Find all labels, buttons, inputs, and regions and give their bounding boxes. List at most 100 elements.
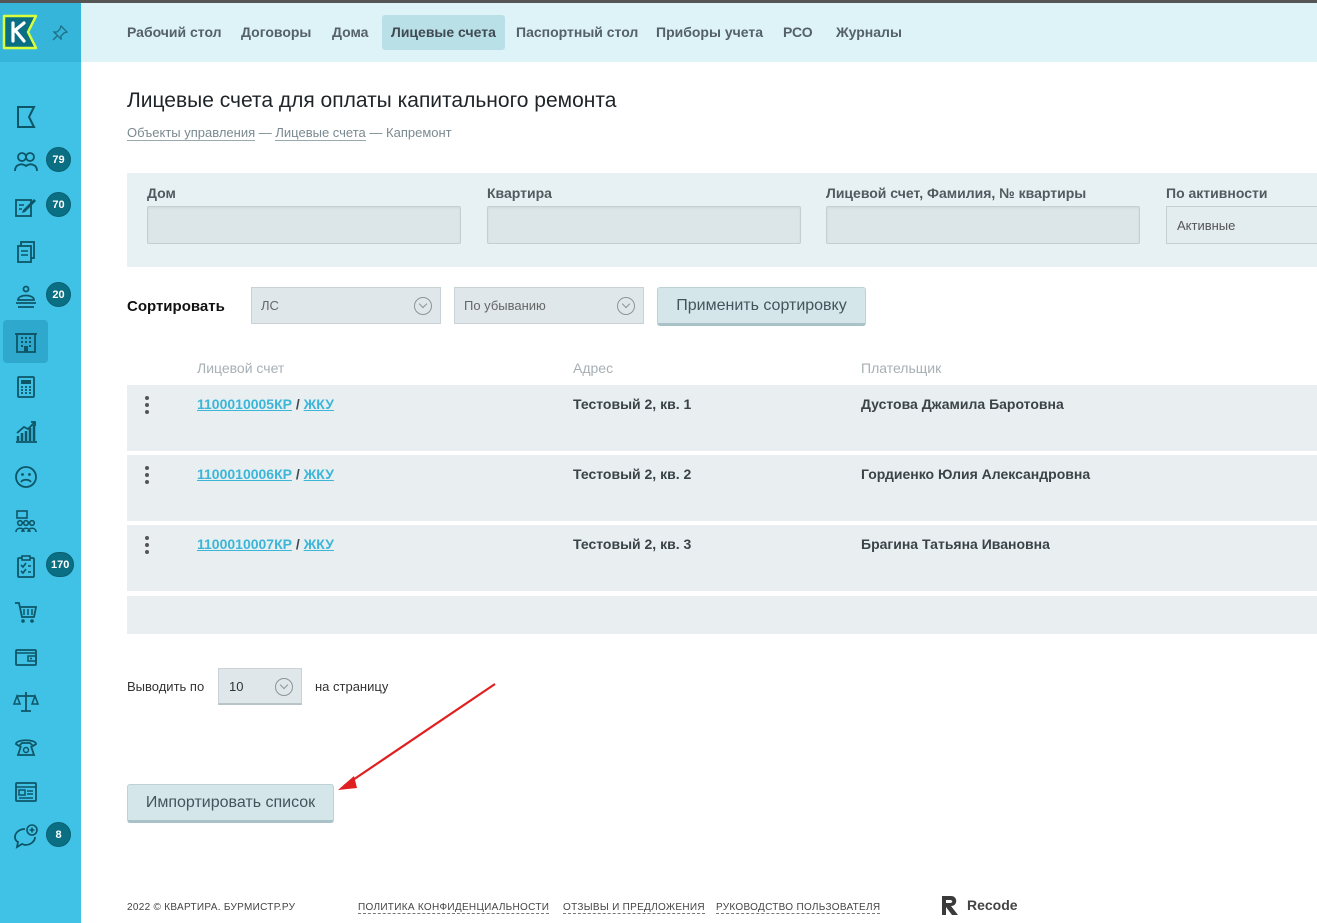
column-header-account: Лицевой счет bbox=[197, 360, 285, 376]
chat-badge: 8 bbox=[46, 822, 71, 847]
footer-manual-link[interactable]: РУКОВОДСТВО ПОЛЬЗОВАТЕЛЯ bbox=[716, 902, 881, 914]
chevron-down-icon bbox=[414, 297, 432, 315]
sort-field-value: ЛС bbox=[261, 298, 279, 313]
nav-passport-office[interactable]: Паспортный стол bbox=[507, 15, 647, 50]
table-row: 1100010005КР / ЖКУ Тестовый 2, кв. 1 Дус… bbox=[127, 385, 1317, 451]
residents-badge: 79 bbox=[46, 147, 71, 172]
breadcrumb-link-objects[interactable]: Объекты управления bbox=[127, 125, 256, 141]
house-filter-label: Дом bbox=[147, 185, 176, 201]
recode-logo-icon bbox=[942, 896, 958, 915]
account-cell: 1100010005КР / ЖКУ bbox=[197, 396, 334, 412]
sidebar-item-residents[interactable] bbox=[3, 140, 48, 183]
sidebar-item-wallet[interactable] bbox=[3, 635, 48, 678]
address-cell: Тестовый 2, кв. 1 bbox=[573, 396, 692, 412]
top-navigation: Рабочий стол Договоры Дома Лицевые счета… bbox=[81, 3, 1317, 62]
sidebar: 79 70 20 170 8 bbox=[0, 3, 81, 923]
filter-panel: Дом Квартира Лицевой счет, Фамилия, № кв… bbox=[127, 173, 1317, 267]
account-filter-label: Лицевой счет, Фамилия, № квартиры bbox=[826, 185, 1087, 201]
duty-icon bbox=[15, 285, 36, 308]
activity-filter-select[interactable]: Активные bbox=[1166, 206, 1317, 244]
breadcrumb-link-accounts[interactable]: Лицевые счета bbox=[275, 125, 366, 141]
sidebar-item-shop[interactable] bbox=[3, 590, 48, 633]
sidebar-item-staff[interactable] bbox=[3, 500, 48, 543]
account-separator: / bbox=[291, 396, 304, 412]
sidebar-item-requests[interactable] bbox=[3, 185, 48, 228]
residents-icon bbox=[13, 151, 38, 171]
footer-copyright: 2022 © КВАРТИРА. БУРМИСТР.РУ bbox=[127, 902, 296, 913]
documents-icon bbox=[16, 240, 35, 263]
zhku-link[interactable]: ЖКУ bbox=[304, 396, 334, 412]
zhku-link[interactable]: ЖКУ bbox=[304, 536, 334, 552]
nav-dashboard[interactable]: Рабочий стол bbox=[118, 15, 231, 50]
footer-privacy-link[interactable]: ПОЛИТИКА КОНФИДЕНЦИАЛЬНОСТИ bbox=[358, 902, 550, 914]
tasks-badge: 170 bbox=[46, 552, 75, 577]
account-link[interactable]: 1100010005КР bbox=[197, 396, 292, 412]
per-page-value: 10 bbox=[229, 679, 244, 694]
page-title: Лицевые счета для оплаты капитального ре… bbox=[127, 89, 617, 112]
sidebar-item-flag[interactable] bbox=[3, 95, 48, 138]
row-menu-icon[interactable] bbox=[144, 536, 150, 554]
sidebar-item-calls[interactable] bbox=[3, 725, 48, 768]
recode-brand[interactable]: Recode bbox=[939, 893, 1018, 917]
row-menu-icon[interactable] bbox=[144, 396, 150, 414]
sidebar-item-buildings[interactable] bbox=[3, 320, 48, 363]
sidebar-item-tasks[interactable] bbox=[3, 545, 48, 588]
sort-label: Сортировать bbox=[127, 298, 225, 315]
scales-icon bbox=[12, 691, 39, 712]
house-filter-input[interactable] bbox=[147, 206, 461, 244]
sort-order-value: По убыванию bbox=[464, 298, 546, 313]
apartment-filter-input[interactable] bbox=[487, 206, 801, 244]
sidebar-item-chat[interactable] bbox=[3, 815, 48, 858]
nav-houses[interactable]: Дома bbox=[323, 15, 377, 50]
sidebar-item-legal[interactable] bbox=[3, 680, 48, 723]
sidebar-item-documents[interactable] bbox=[3, 230, 48, 273]
per-page-select[interactable]: 10 bbox=[218, 668, 302, 705]
sidebar-item-news[interactable] bbox=[3, 770, 48, 813]
breadcrumb-current: Капремонт bbox=[386, 125, 452, 140]
nav-rso[interactable]: РСО bbox=[774, 15, 822, 50]
staff-icon bbox=[14, 509, 37, 532]
nav-journals[interactable]: Журналы bbox=[827, 15, 911, 50]
nav-meters[interactable]: Приборы учета bbox=[647, 15, 772, 50]
breadcrumb-separator: — bbox=[369, 125, 383, 140]
table-row: 1100010006КР / ЖКУ Тестовый 2, кв. 2 Гор… bbox=[127, 455, 1317, 521]
pin-icon[interactable] bbox=[52, 25, 68, 41]
row-menu-icon[interactable] bbox=[144, 466, 150, 484]
sad-face-icon bbox=[14, 465, 37, 488]
table-footer-row bbox=[127, 596, 1317, 634]
sidebar-item-complaints[interactable] bbox=[3, 455, 48, 498]
account-separator: / bbox=[291, 536, 304, 552]
nav-accounts[interactable]: Лицевые счета bbox=[382, 15, 505, 50]
breadcrumb: Объекты управления — Лицевые счета — Кап… bbox=[127, 125, 452, 141]
account-link[interactable]: 1100010006КР bbox=[197, 466, 292, 482]
logo-area bbox=[0, 3, 81, 62]
payer-cell: Дустова Джамила Баротовна bbox=[861, 396, 1064, 412]
sidebar-item-analytics[interactable] bbox=[3, 410, 48, 453]
account-link[interactable]: 1100010007КР bbox=[197, 536, 292, 552]
annotation-arrow bbox=[338, 683, 496, 790]
address-cell: Тестовый 2, кв. 3 bbox=[573, 536, 692, 552]
nav-contracts[interactable]: Договоры bbox=[232, 15, 320, 50]
apply-sort-button[interactable]: Применить сортировку bbox=[657, 287, 866, 326]
footer-feedback-link[interactable]: ОТЗЫВЫ И ПРЕДЛОЖЕНИЯ bbox=[563, 902, 705, 914]
payer-cell: Брагина Татьяна Ивановна bbox=[861, 536, 1050, 552]
recode-brand-text: Recode bbox=[967, 897, 1018, 913]
table-row: 1100010007КР / ЖКУ Тестовый 2, кв. 3 Бра… bbox=[127, 525, 1317, 591]
sidebar-item-duty[interactable] bbox=[3, 275, 48, 318]
per-page-label: Выводить по bbox=[127, 679, 205, 694]
calculator-icon bbox=[16, 375, 35, 398]
app-logo[interactable] bbox=[2, 14, 38, 50]
sidebar-item-calculator[interactable] bbox=[3, 365, 48, 408]
import-list-button[interactable]: Импортировать список bbox=[127, 784, 334, 823]
chevron-down-icon bbox=[275, 678, 293, 696]
account-filter-input[interactable] bbox=[826, 206, 1140, 244]
cart-icon bbox=[14, 601, 37, 623]
sort-field-select[interactable]: ЛС bbox=[251, 287, 441, 324]
zhku-link[interactable]: ЖКУ bbox=[304, 466, 334, 482]
sort-order-select[interactable]: По убыванию bbox=[454, 287, 644, 324]
column-header-payer: Плательщик bbox=[861, 360, 942, 376]
breadcrumb-separator: — bbox=[258, 125, 272, 140]
wallet-icon bbox=[14, 648, 37, 666]
account-separator: / bbox=[291, 466, 304, 482]
analytics-icon bbox=[15, 420, 37, 443]
